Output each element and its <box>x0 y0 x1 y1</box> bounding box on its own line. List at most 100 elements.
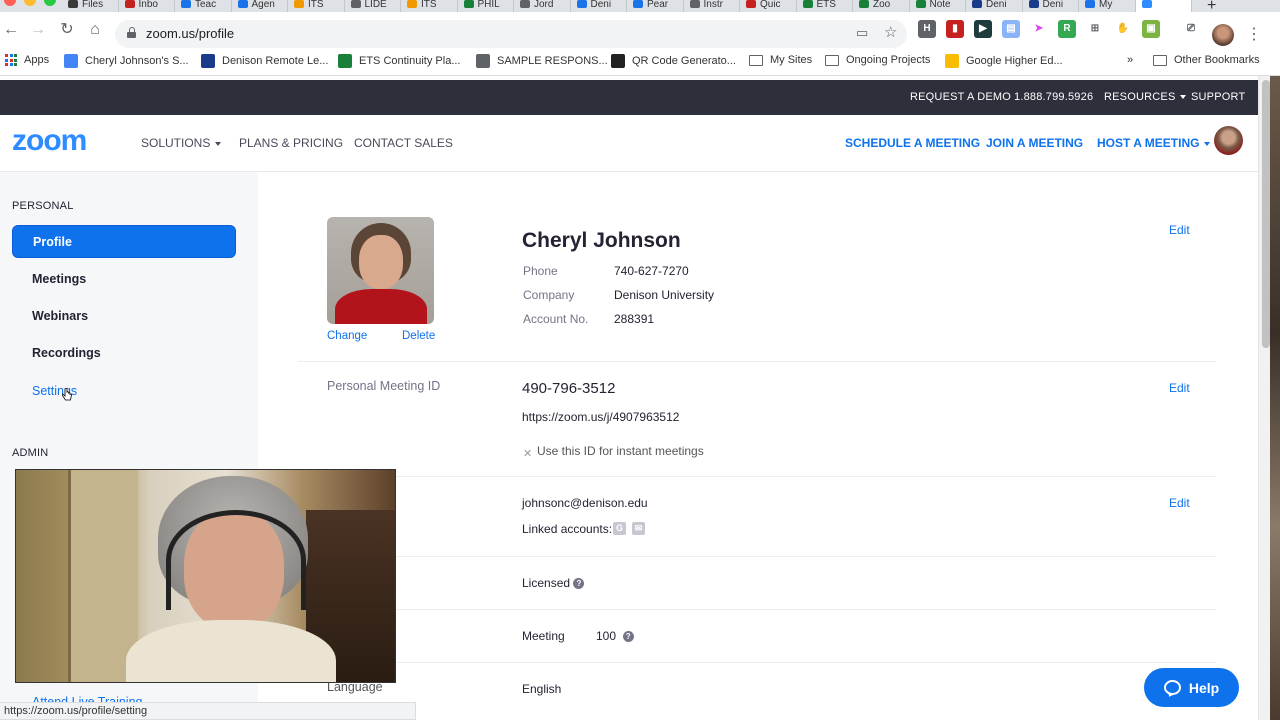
bookmark-item[interactable]: SAMPLE RESPONS... <box>476 54 608 68</box>
support-link[interactable]: SUPPORT <box>1191 91 1245 103</box>
sidebar-item-settings[interactable]: Settings <box>12 375 236 408</box>
browser-tab[interactable]: Jord <box>514 0 571 12</box>
extension-r-icon[interactable]: R <box>1058 20 1076 38</box>
pmi-url: https://zoom.us/j/4907963512 <box>522 410 680 424</box>
forward-arrow-icon[interactable]: → <box>28 20 48 40</box>
edit-profile-link[interactable]: Edit <box>1169 223 1190 237</box>
url-text[interactable]: zoom.us/profile <box>146 26 234 41</box>
bookmark-item[interactable]: Denison Remote Le... <box>201 54 328 68</box>
help-button[interactable]: Help <box>1144 668 1239 707</box>
tab-label: Deni <box>590 0 612 10</box>
extension-grid-icon[interactable]: ⊞ <box>1086 20 1104 38</box>
scrollbar-thumb[interactable] <box>1262 80 1270 348</box>
help-question-icon[interactable]: ? <box>622 631 634 642</box>
folder-icon <box>825 54 839 66</box>
sidebar-item-webinars[interactable]: Webinars <box>12 300 236 333</box>
browser-menu-icon[interactable]: ⋮ <box>1246 24 1262 44</box>
browser-tab[interactable] <box>1135 0 1192 12</box>
bookmark-item[interactable]: ETS Continuity Pla... <box>338 54 461 68</box>
home-icon[interactable]: ⌂ <box>85 20 105 40</box>
help-question-icon[interactable]: ? <box>573 578 585 589</box>
browser-tab[interactable]: ETS <box>797 0 853 12</box>
sidebar-item-meetings[interactable]: Meetings <box>12 263 236 296</box>
contact-sales-link[interactable]: CONTACT SALES <box>354 136 453 150</box>
address-bar[interactable]: zoom.us/profile ▭ ☆ <box>115 20 907 48</box>
browser-tab[interactable]: My <box>1079 0 1136 12</box>
cast-tab-icon[interactable]: ▭ <box>856 25 868 41</box>
schedule-meeting-link[interactable]: SCHEDULE A MEETING <box>845 136 980 150</box>
browser-profile-avatar[interactable] <box>1212 24 1234 46</box>
extension-play-icon[interactable]: ▶ <box>974 20 992 38</box>
resources-menu[interactable]: RESOURCES <box>1104 91 1187 103</box>
browser-tab[interactable]: Deni <box>571 0 627 12</box>
delete-photo-link[interactable]: Delete <box>402 330 435 342</box>
zoom-logo[interactable]: zoom <box>12 124 87 158</box>
account-no-label: Account No. <box>523 312 589 326</box>
back-arrow-icon[interactable]: ← <box>1 20 21 40</box>
browser-tab[interactable]: Inbo <box>119 0 175 12</box>
browser-tab[interactable]: Pear <box>627 0 684 12</box>
extension-arrow-icon[interactable]: ➤ <box>1030 20 1048 38</box>
reload-icon[interactable]: ↻ <box>57 20 77 40</box>
minimize-window-icon[interactable] <box>24 0 36 6</box>
edit-email-link[interactable]: Edit <box>1169 496 1190 510</box>
host-meeting-menu[interactable]: HOST A MEETING <box>1097 136 1211 150</box>
browser-tab[interactable]: Deni <box>966 0 1023 12</box>
browser-tab[interactable]: ITS <box>401 0 458 12</box>
personal-heading: PERSONAL <box>12 200 74 212</box>
request-demo-link[interactable]: REQUEST A DEMO <box>910 91 1011 103</box>
user-avatar[interactable] <box>1214 126 1243 155</box>
browser-tab[interactable]: Files <box>62 0 119 12</box>
new-tab-icon[interactable]: + <box>1207 0 1216 12</box>
sidebar-item-profile[interactable]: Profile <box>12 225 236 258</box>
phone-number: 1.888.799.5926 <box>1014 91 1094 103</box>
browser-tab[interactable]: Note <box>910 0 966 12</box>
phone-label: Phone <box>523 264 558 278</box>
tab-label: My <box>1099 0 1113 10</box>
bookmark-item[interactable]: Other Bookmarks <box>1153 54 1260 66</box>
browser-tab[interactable]: Deni <box>1023 0 1079 12</box>
bookmark-label: Apps <box>24 54 50 66</box>
tab-label: Files <box>82 0 104 10</box>
edit-pmi-link[interactable]: Edit <box>1169 381 1190 395</box>
bookmark-item[interactable]: QR Code Generato... <box>611 54 736 68</box>
close-window-icon[interactable] <box>4 0 16 6</box>
solutions-label: SOLUTIONS <box>141 136 211 150</box>
tab-label: Pear <box>647 0 669 10</box>
bookmark-item[interactable]: Cheryl Johnson's S... <box>64 54 189 68</box>
extension-green-icon[interactable]: ▣ <box>1142 20 1160 38</box>
tab-label: Quic <box>760 0 781 10</box>
bookmark-star-icon[interactable]: ☆ <box>884 23 897 41</box>
browser-tab[interactable]: Zoo <box>853 0 910 12</box>
extension-doc-icon[interactable]: ▤ <box>1002 20 1020 38</box>
bookmarks-bar: Apps Cheryl Johnson's S... Denison Remote … <box>0 48 1280 76</box>
bookmark-item[interactable]: Ongoing Projects <box>825 54 930 66</box>
change-photo-link[interactable]: Change <box>327 330 367 342</box>
email-account-icon: ✉ <box>632 522 645 535</box>
bookmark-item[interactable]: » <box>1127 54 1133 66</box>
browser-tabstrip: Files Inbo Teac Agen ITS LIDE ITS PHIL Jord Deni P… <box>0 0 1280 12</box>
bookmark-item[interactable]: Apps <box>5 54 49 66</box>
browser-tab[interactable]: Quic <box>740 0 797 12</box>
browser-tab[interactable]: ITS <box>288 0 345 12</box>
browser-tab[interactable]: Agen <box>232 0 288 12</box>
join-meeting-link[interactable]: JOIN A MEETING <box>986 136 1083 150</box>
plans-pricing-link[interactable]: PLANS & PRICING <box>239 136 343 150</box>
cast-icon[interactable]: ⎚ <box>1182 20 1200 38</box>
browser-tab[interactable]: Instr <box>684 0 740 12</box>
tab-favicon-icon <box>972 0 982 8</box>
browser-tab[interactable]: LIDE <box>345 0 401 12</box>
maximize-window-icon[interactable] <box>44 0 56 6</box>
sidebar-item-recordings[interactable]: Recordings <box>12 337 236 370</box>
meeting-capacity-number: 100 <box>596 629 617 643</box>
webcam-video-overlay[interactable] <box>15 469 396 683</box>
extension-red-icon[interactable]: ▮ <box>946 20 964 38</box>
tab-favicon-icon <box>576 0 587 8</box>
bookmark-item[interactable]: Google Higher Ed... <box>945 54 1063 68</box>
browser-tab[interactable]: Teac <box>175 0 232 12</box>
extension-hand-icon[interactable]: ✋ <box>1114 20 1132 38</box>
browser-tab[interactable]: PHIL <box>458 0 514 12</box>
bookmark-item[interactable]: My Sites <box>749 54 812 66</box>
solutions-menu[interactable]: SOLUTIONS <box>141 136 222 150</box>
extension-h-icon[interactable]: H <box>918 20 936 38</box>
